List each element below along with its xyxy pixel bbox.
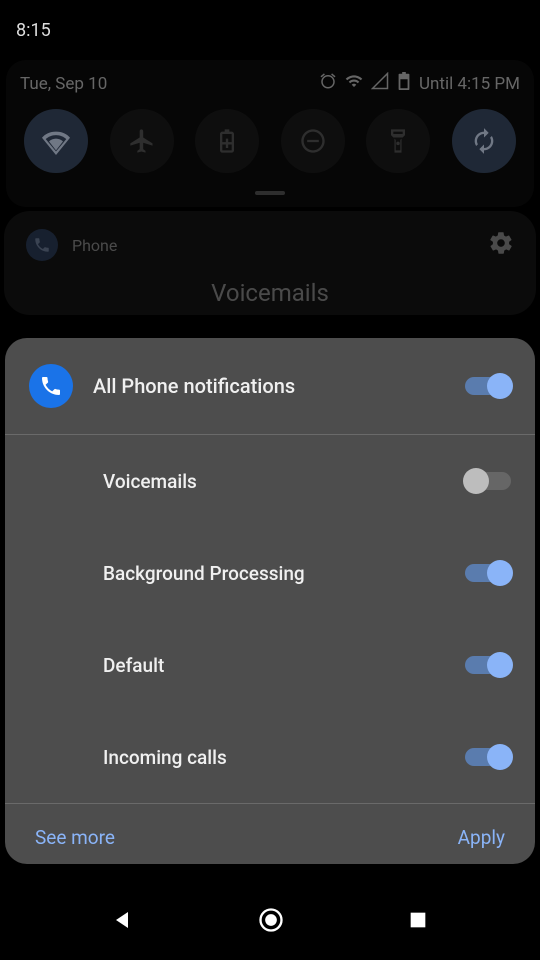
nav-home-button[interactable] (257, 906, 285, 938)
phone-icon (29, 364, 73, 408)
notification-item-voicemails[interactable]: Voicemails (5, 435, 535, 527)
nav-recents-button[interactable] (407, 909, 429, 935)
sheet-header: All Phone notifications (5, 338, 535, 435)
apply-button[interactable]: Apply (458, 826, 505, 849)
item-label: Background Processing (103, 562, 465, 585)
item-label: Default (103, 654, 465, 677)
toggle-voicemails[interactable] (465, 472, 511, 490)
toggle-all-notifications[interactable] (465, 377, 511, 395)
see-more-button[interactable]: See more (35, 826, 115, 849)
sheet-list: Voicemails Background Processing Default… (5, 435, 535, 803)
notification-item-incoming-calls[interactable]: Incoming calls (5, 711, 535, 803)
item-label: Voicemails (103, 470, 465, 493)
notification-settings-sheet: All Phone notifications Voicemails Backg… (5, 338, 535, 864)
toggle-default[interactable] (465, 656, 511, 674)
toggle-background-processing[interactable] (465, 564, 511, 582)
notification-item-default[interactable]: Default (5, 619, 535, 711)
toggle-incoming-calls[interactable] (465, 748, 511, 766)
navigation-bar (0, 884, 540, 960)
notification-item-background-processing[interactable]: Background Processing (5, 527, 535, 619)
status-time: 8:15 (16, 20, 51, 41)
status-bar: 8:15 (0, 0, 540, 60)
sheet-header-label: All Phone notifications (93, 374, 445, 398)
sheet-footer: See more Apply (5, 803, 535, 871)
nav-back-button[interactable] (111, 908, 135, 936)
item-label: Incoming calls (103, 746, 465, 769)
